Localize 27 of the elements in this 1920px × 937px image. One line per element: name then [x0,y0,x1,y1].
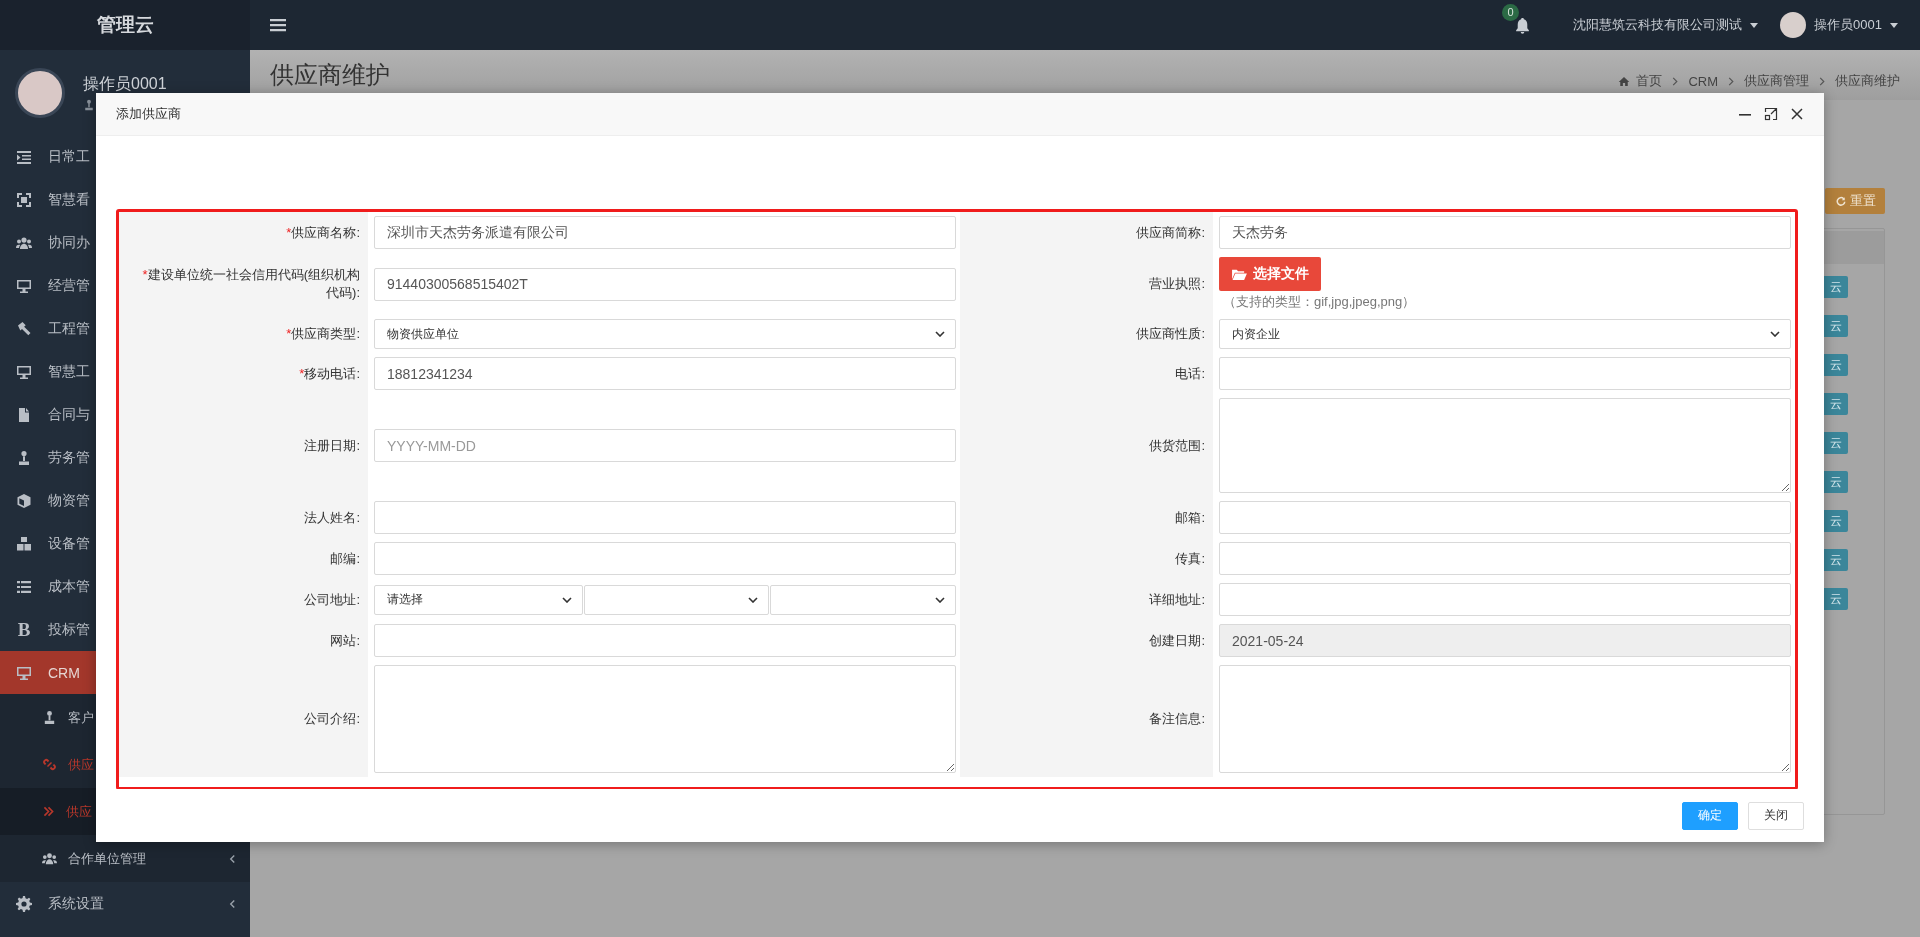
field-label: 供货范围: [1149,436,1205,455]
field-label: 电话: [1175,364,1205,383]
field-label: 法人姓名: [304,508,360,527]
field-label: *供应商类型: [286,325,360,343]
field-label: 公司地址: [304,590,360,609]
page-title: 供应商维护 [270,60,390,90]
field-label: 注册日期: [304,436,360,455]
field-label: 邮箱: [1175,508,1205,527]
field-label: 公司介绍: [304,710,360,728]
user-name: 操作员0001 [83,74,167,94]
field-label: 创建日期: [1149,631,1205,650]
field-label: 供应商性质: [1136,325,1205,343]
file-type-hint: （支持的类型：gif,jpg,jpeg,png） [1222,293,1416,311]
field-label: *移动电话: [299,364,360,383]
field-label: 传真: [1175,549,1205,568]
field-label: 备注信息: [1149,710,1205,728]
field-label: *供应商名称: [286,223,360,242]
field-label: 邮编: [330,549,360,568]
bold-icon: B [16,618,32,641]
field-label: 网站: [330,631,360,650]
field-label: 营业执照: [1149,275,1205,293]
field-label: 详细地址: [1149,590,1205,609]
field-label: 供应商简称: [1136,223,1205,242]
app-logo: 管理云 [96,13,154,37]
notification-badge: 0 [1502,3,1520,21]
field-label: *建设单位统一社会信用代码(组织机构代码): [141,266,360,302]
dialog-title: 添加供应商 [116,105,181,123]
